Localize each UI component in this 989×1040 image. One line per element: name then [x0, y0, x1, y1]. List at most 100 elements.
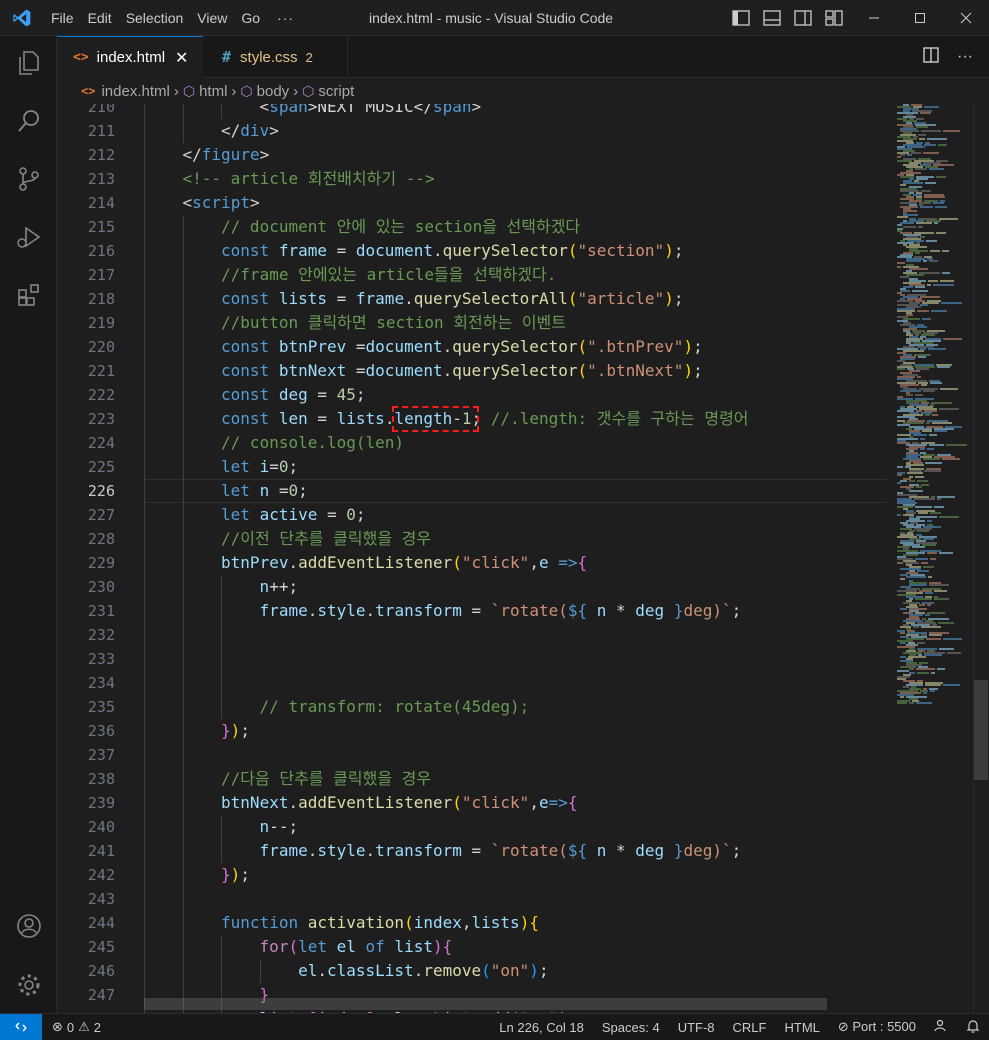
notifications-bell-icon[interactable]	[957, 1019, 989, 1036]
code-line[interactable]: const frame = document.querySelector("se…	[221, 239, 683, 263]
encoding[interactable]: UTF-8	[669, 1020, 724, 1035]
code-editor[interactable]: 210 211 212 213 214 215 216 217 218 219 220 221 222 2…	[57, 104, 989, 1013]
code-line[interactable]: //frame 안에있는 article들을 선택하겠다.	[221, 263, 556, 287]
window-title: index.html - music - Visual Studio Code	[369, 10, 614, 26]
vertical-scrollbar-thumb[interactable]	[974, 680, 988, 780]
code-token: frame	[259, 601, 308, 620]
tab-index-html[interactable]: <> index.html ✕	[57, 36, 203, 78]
code-line[interactable]: const len = lists.length-1; //.length: 갯…	[221, 407, 748, 431]
more-actions-icon[interactable]: ···	[957, 48, 973, 66]
split-editor-icon[interactable]	[923, 46, 939, 68]
minimap[interactable]	[893, 104, 975, 1013]
code-token: </	[182, 145, 202, 164]
code-area[interactable]: <span>NEXT MUSIC</span> </div> </figure> <!…	[144, 104, 884, 1013]
minimap-line	[916, 668, 935, 670]
toggle-primary-sidebar-icon[interactable]	[730, 8, 751, 29]
live-server-port[interactable]: ⊘ Port : 5500	[829, 1019, 925, 1035]
menu-go[interactable]: Go	[234, 0, 267, 36]
explorer-icon[interactable]	[12, 46, 45, 79]
minimap-line	[912, 290, 928, 292]
breadcrumb-html[interactable]: html	[199, 83, 227, 100]
end-of-line[interactable]: CRLF	[724, 1020, 776, 1035]
accounts-icon[interactable]	[12, 909, 45, 942]
code-token: for	[259, 937, 289, 956]
code-line[interactable]: <!-- article 회전배치하기 -->	[183, 167, 435, 191]
chevron-right-icon: ›	[231, 82, 237, 100]
customize-layout-icon[interactable]	[823, 8, 844, 29]
close-icon[interactable]	[943, 0, 989, 36]
code-line[interactable]: });	[221, 863, 250, 887]
code-line[interactable]: el.classList.remove("on");	[298, 959, 549, 983]
code-line[interactable]: frame.style.transform = `rotate(${ n * d…	[260, 599, 742, 623]
code-line[interactable]: let i=0;	[221, 455, 298, 479]
breadcrumb-script[interactable]: script	[318, 83, 354, 100]
line-number: 210	[87, 104, 115, 116]
code-line[interactable]: </figure>	[183, 143, 270, 167]
language-mode[interactable]: HTML	[775, 1020, 828, 1035]
line-number: 213	[87, 170, 115, 188]
code-line[interactable]: <script>	[183, 191, 260, 215]
code-line[interactable]: frame.style.transform = `rotate(${ n * d…	[260, 839, 742, 863]
minimap-line	[943, 638, 962, 640]
menu-view[interactable]: View	[190, 0, 234, 36]
code-line[interactable]: const btnNext =document.querySelector(".…	[221, 359, 703, 383]
code-line[interactable]: <span>NEXT MUSIC</span>	[260, 104, 482, 119]
code-line[interactable]: let active = 0;	[221, 503, 366, 527]
code-line[interactable]: //다음 단추를 클릭했을 경우	[221, 767, 431, 791]
code-line[interactable]: btnPrev.addEventListener("click",e =>{	[221, 551, 587, 575]
toggle-secondary-sidebar-icon[interactable]	[792, 8, 813, 29]
minimap-line	[927, 284, 931, 286]
code-line[interactable]: for(let el of list){	[260, 935, 453, 959]
code-line[interactable]: n++;	[260, 575, 299, 599]
minimap-line	[933, 202, 944, 204]
code-line[interactable]: //이전 단추를 클릭했을 경우	[221, 527, 431, 551]
code-line[interactable]: // document 안에 있는 section을 선택하겠다	[221, 215, 580, 239]
maximize-icon[interactable]	[897, 0, 943, 36]
code-line[interactable]: // transform: rotate(45deg);	[260, 695, 530, 719]
minimap-line	[927, 138, 947, 140]
minimize-icon[interactable]	[851, 0, 897, 36]
run-debug-icon[interactable]	[12, 220, 45, 253]
tab-style-css[interactable]: # style.css 2	[204, 36, 348, 78]
feedback-icon[interactable]	[925, 1019, 957, 1036]
code-line[interactable]: let n =0;	[221, 479, 308, 503]
code-line[interactable]: function activation(index,lists){	[221, 911, 539, 935]
manage-gear-icon[interactable]	[12, 968, 45, 1001]
code-line[interactable]: const btnPrev =document.querySelector(".…	[221, 335, 703, 359]
code-line[interactable]: });	[221, 719, 250, 743]
code-token: =	[327, 241, 356, 260]
breadcrumb-body[interactable]: body	[257, 83, 290, 100]
menu-more-button[interactable]: ···	[267, 10, 304, 26]
code-line[interactable]: //button 클릭하면 section 회전하는 이벤트	[221, 311, 566, 335]
menu-selection[interactable]: Selection	[119, 0, 191, 36]
remote-indicator-icon[interactable]	[0, 1014, 42, 1040]
code-token: document	[365, 337, 443, 356]
minimap-line	[917, 480, 928, 482]
code-line[interactable]: const deg = 45;	[221, 383, 366, 407]
vertical-scrollbar[interactable]	[973, 104, 989, 1013]
cursor-position[interactable]: Ln 226, Col 18	[490, 1020, 593, 1035]
code-line[interactable]: </div>	[221, 119, 279, 143]
extensions-icon[interactable]	[12, 278, 45, 311]
code-token: //button 클릭하면 section 회전하는 이벤트	[221, 313, 566, 332]
horizontal-scrollbar-thumb[interactable]	[144, 998, 827, 1010]
code-token: .	[307, 601, 318, 620]
search-icon[interactable]	[12, 104, 45, 137]
code-line[interactable]: const lists = frame.querySelectorAll("ar…	[221, 287, 683, 311]
tab-close-icon[interactable]: ✕	[175, 48, 188, 68]
problems-indicator[interactable]: ⊗ 0 ⚠ 2	[52, 1019, 101, 1035]
code-line[interactable]: // console.log(len)	[221, 431, 404, 455]
toggle-panel-icon[interactable]	[761, 8, 782, 29]
menu-file[interactable]: File	[44, 0, 81, 36]
menu-edit[interactable]: Edit	[81, 0, 119, 36]
code-token: .	[432, 241, 443, 260]
breadcrumb-file[interactable]: index.html	[101, 83, 169, 100]
line-number: 238	[87, 770, 115, 788]
code-line[interactable]: n--;	[260, 815, 299, 839]
code-token: ;	[693, 337, 703, 356]
source-control-icon[interactable]	[12, 162, 45, 195]
code-token: transform	[375, 601, 462, 620]
minimap-line	[900, 480, 907, 482]
indentation[interactable]: Spaces: 4	[593, 1020, 669, 1035]
code-line[interactable]: btnNext.addEventListener("click",e=>{	[221, 791, 577, 815]
